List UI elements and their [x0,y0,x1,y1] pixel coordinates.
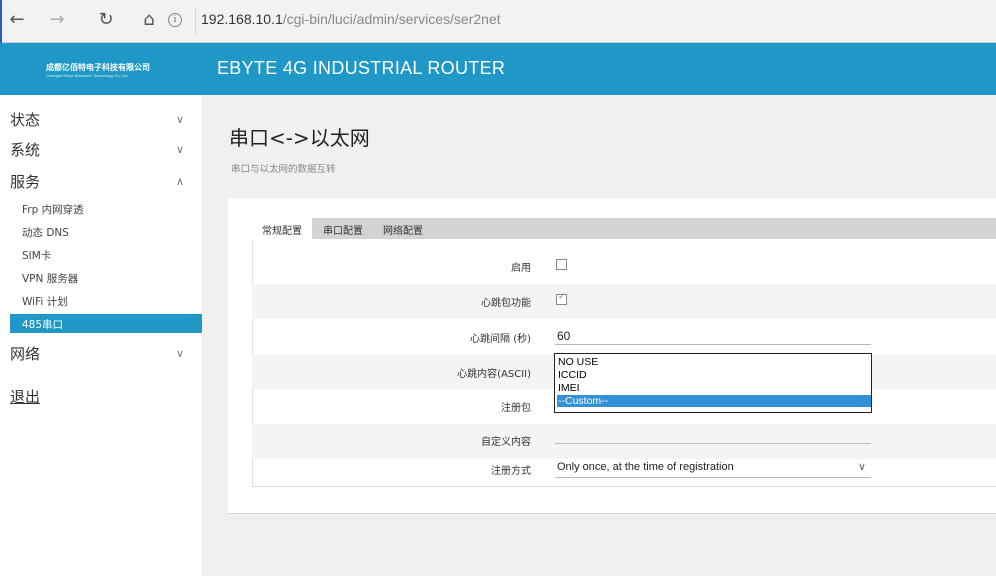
listbox-option[interactable]: ICCID [557,369,871,381]
interval-input[interactable] [555,327,871,345]
url-path: /cgi-bin/luci/admin/services/ser2net [282,11,501,27]
logo-company-name: 成都亿佰特电子科技有限公司 [46,63,150,72]
custom-label: 自定义内容 [481,437,531,448]
heartbeat-checkbox[interactable] [556,292,567,305]
chevron-down-icon[interactable]: ∨ [176,113,184,126]
chevron-down-icon[interactable]: ∨ [176,143,184,156]
chevron-down-icon[interactable]: ∨ [858,460,866,473]
tab-bar [252,218,996,239]
tab-serial[interactable]: 串口配置 [323,222,363,237]
page-title: 串口<->以太网 [229,126,370,150]
chevron-up-icon[interactable]: ∧ [176,175,184,188]
sidebar-item-vpn[interactable]: VPN 服务器 [22,271,78,286]
enable-label: 启用 [511,263,531,274]
tab-network[interactable]: 网络配置 [383,222,423,237]
sidebar-item-system[interactable]: 系统 [10,139,40,160]
content-label: 心跳内容(ASCII) [457,369,531,380]
sidebar-item-services[interactable]: 服务 [10,171,40,192]
tab-general[interactable]: 常规配置 [262,222,302,237]
home-icon[interactable]: ⌂ [138,9,160,31]
register-mode-value: Only once, at the time of registration [557,461,734,473]
url-host: 192.168.10.1 [201,11,283,27]
page-subtitle: 串口与以太网的数据互转 [231,164,336,175]
register-label: 注册包 [501,403,531,414]
interval-label: 心跳间隔 (秒) [470,334,531,345]
sidebar-item-frp[interactable]: Frp 内网穿透 [22,202,84,217]
heartbeat-label: 心跳包功能 [481,298,531,309]
logout-link[interactable]: 退出 [10,386,40,407]
sidebar-item-sim[interactable]: SIM卡 [22,248,51,263]
custom-content-input[interactable] [555,426,871,444]
sidebar-item-wifi-schedule[interactable]: WiFi 计划 [22,294,68,309]
row-enable [252,249,996,284]
register-mode-label: 注册方式 [491,466,531,477]
row-heartbeat [252,284,996,319]
sidebar-item-ddns[interactable]: 动态 DNS [22,225,69,240]
forward-icon[interactable]: → [46,9,68,31]
back-icon[interactable]: ← [6,9,28,31]
listbox-option[interactable]: IMEI [557,382,871,394]
sidebar-item-network[interactable]: 网络 [10,343,40,364]
url-divider [195,8,196,34]
window-accent [0,0,2,48]
listbox-option[interactable]: NO USE [557,356,871,368]
address-bar[interactable]: 192.168.10.1/cgi-bin/luci/admin/services… [201,11,501,27]
register-packet-listbox[interactable]: NO USE ICCID IMEI --Custom-- [554,353,872,413]
sidebar-item-485-label: 485串口 [22,319,64,331]
form-bottom-border [252,486,996,487]
logo-company-name-en: Chengdu Ebyte Electronic Technology Co.,… [46,73,129,78]
brand-title: EBYTE 4G INDUSTRIAL ROUTER [217,58,506,78]
enable-checkbox[interactable] [556,259,567,270]
info-icon[interactable]: i [168,13,182,27]
sidebar [0,95,202,576]
sidebar-item-status[interactable]: 状态 [10,109,40,130]
listbox-option-selected[interactable]: --Custom-- [557,395,871,407]
chevron-down-icon[interactable]: ∨ [176,347,184,360]
reload-icon[interactable]: ↻ [95,9,117,31]
